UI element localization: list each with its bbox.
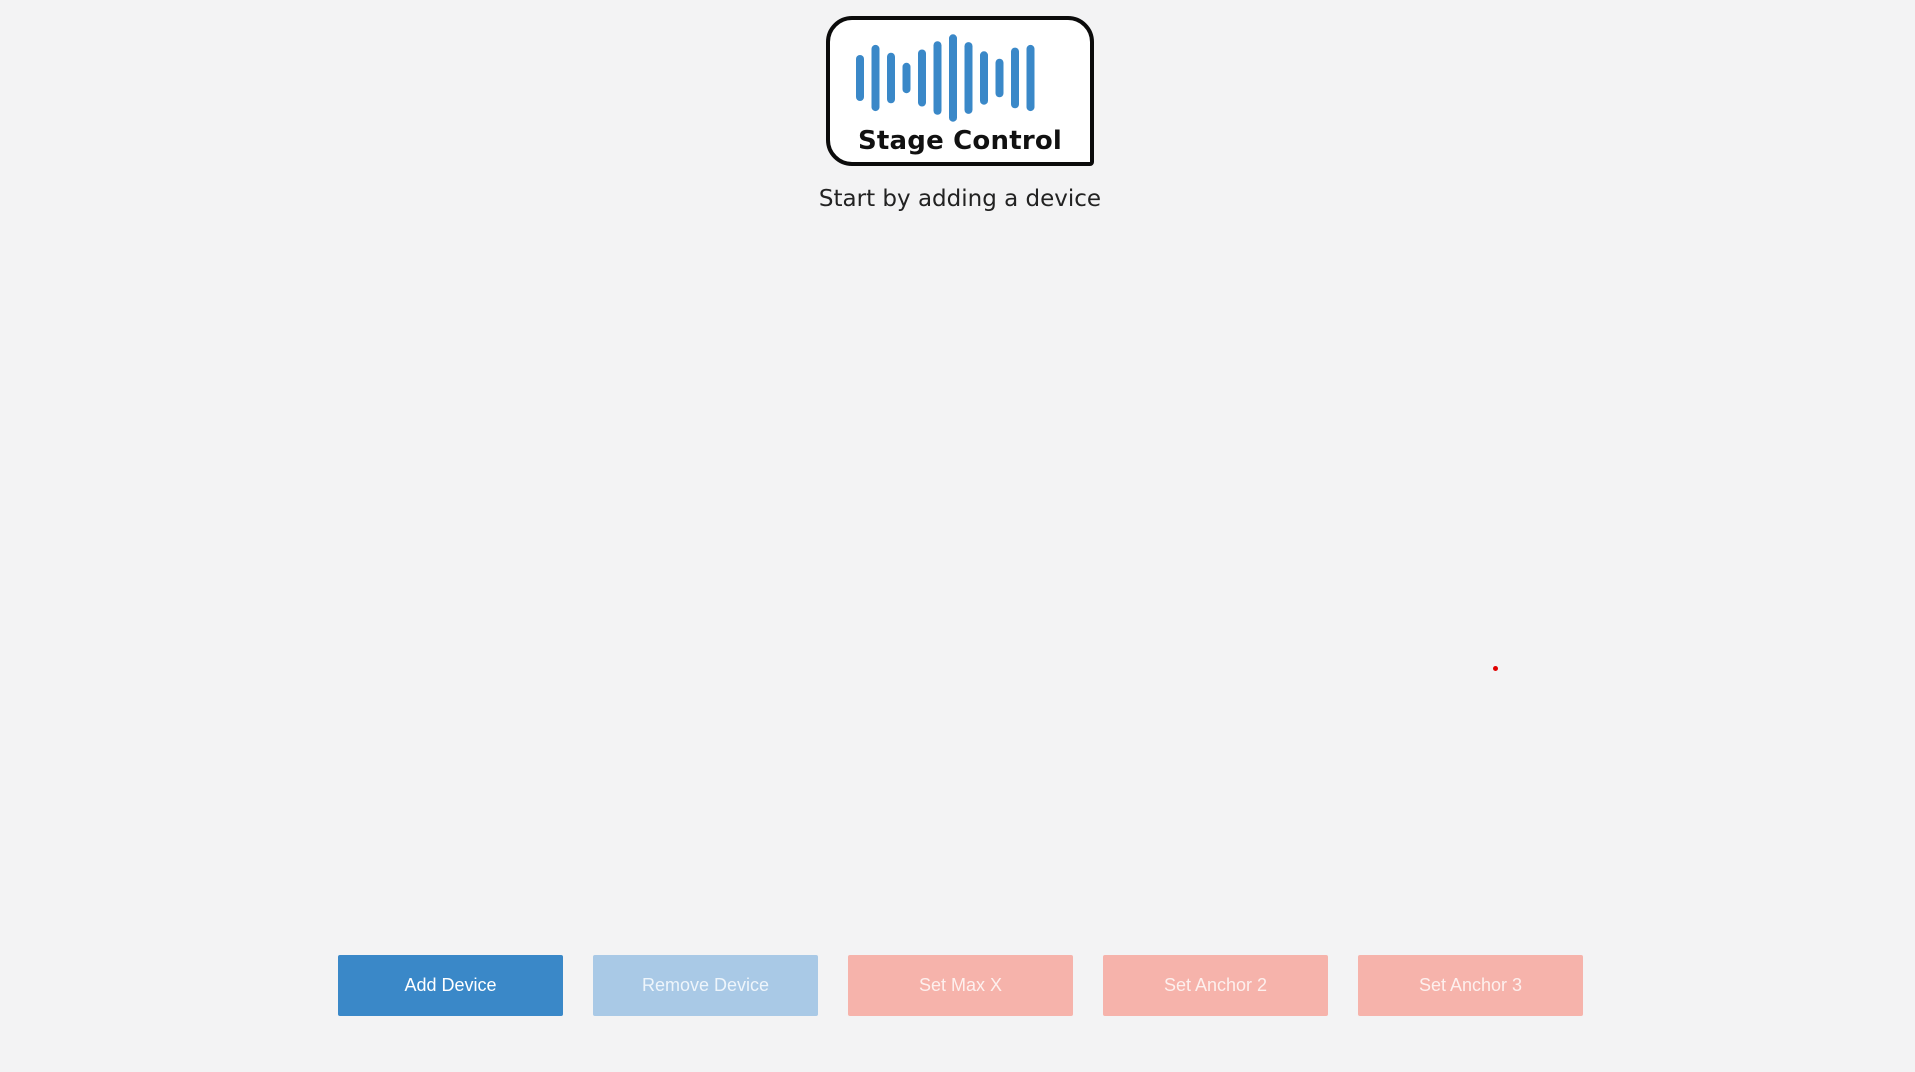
soundwave-bar bbox=[887, 52, 895, 104]
stage-control-logo: Stage Control bbox=[826, 16, 1094, 166]
soundwave-bar bbox=[1026, 44, 1035, 112]
soundwave-bar bbox=[902, 62, 911, 94]
soundwave-bar bbox=[918, 49, 926, 107]
page-subtitle: Start by adding a device bbox=[818, 186, 1102, 212]
logo-text: Stage Control bbox=[857, 126, 1063, 156]
soundwave-bar bbox=[964, 42, 973, 114]
soundwave-bar bbox=[980, 51, 988, 105]
stage-canvas[interactable] bbox=[0, 230, 1915, 890]
soundwave-bar bbox=[1011, 47, 1019, 109]
soundwave-bar bbox=[995, 58, 1004, 98]
soundwave-bar bbox=[856, 55, 864, 101]
soundwave-bar bbox=[871, 44, 880, 112]
remove-device-button[interactable]: Remove Device bbox=[593, 955, 818, 1016]
soundwave-bar bbox=[949, 34, 957, 122]
device-marker-dot bbox=[1493, 666, 1498, 671]
soundwave-icon bbox=[856, 34, 1035, 122]
set-max-x-button[interactable]: Set Max X bbox=[848, 955, 1073, 1016]
soundwave-bar bbox=[933, 41, 942, 115]
add-device-button[interactable]: Add Device bbox=[338, 955, 563, 1016]
set-anchor-3-button[interactable]: Set Anchor 3 bbox=[1358, 955, 1583, 1016]
set-anchor-2-button[interactable]: Set Anchor 2 bbox=[1103, 955, 1328, 1016]
